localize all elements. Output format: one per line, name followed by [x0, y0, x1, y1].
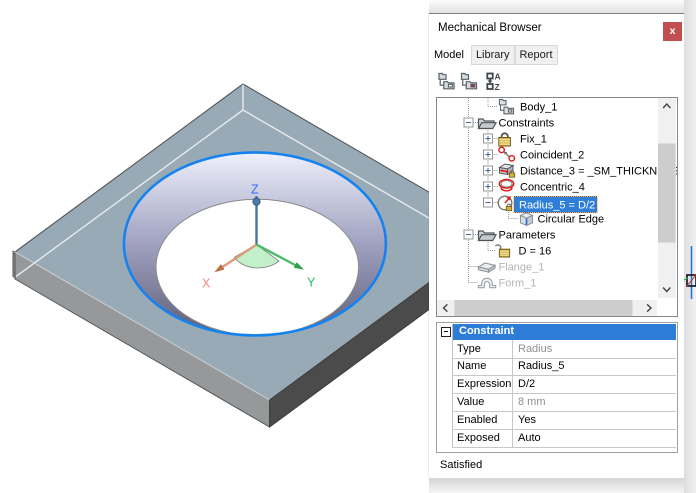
svg-text:Constraints: Constraints: [498, 117, 554, 129]
svg-text:A: A: [495, 72, 501, 82]
svg-text:Fix_1: Fix_1: [520, 133, 547, 145]
svg-text:Radius_5 = D/2: Radius_5 = D/2: [519, 199, 595, 211]
svg-text:Distance_3 = _SM_THICKNESS: Distance_3 = _SM_THICKNESS: [520, 165, 677, 177]
svg-text:Z: Z: [495, 82, 500, 92]
svg-text:Concentric_4: Concentric_4: [520, 181, 585, 193]
svg-text:Z: Z: [251, 183, 259, 197]
svg-text:D = 16: D = 16: [518, 245, 551, 257]
svg-text:Body_1: Body_1: [520, 101, 557, 113]
svg-text:Form_1: Form_1: [498, 277, 536, 289]
svg-text:Flange_1: Flange_1: [498, 261, 544, 273]
svg-text:Parameters: Parameters: [498, 229, 555, 241]
svg-text:Circular Edge: Circular Edge: [537, 213, 604, 225]
svg-text:X: X: [202, 277, 211, 291]
svg-text:Y: Y: [307, 276, 316, 290]
svg-text:Coincident_2: Coincident_2: [520, 149, 584, 161]
